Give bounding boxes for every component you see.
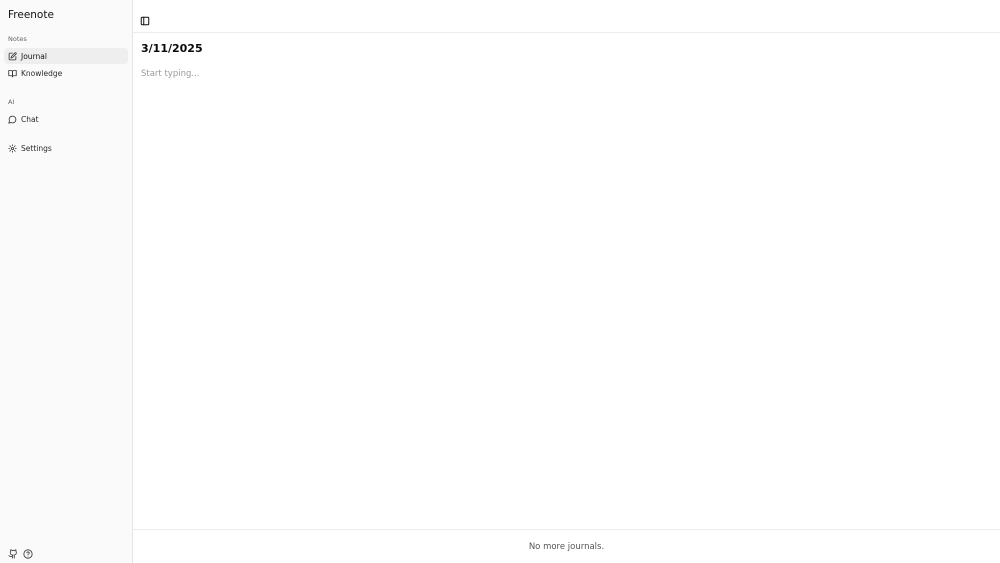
book-icon	[8, 69, 17, 78]
no-more-journals-text: No more journals.	[528, 541, 605, 552]
edit-note-icon	[8, 51, 17, 61]
journal-footer: No more journals.	[133, 529, 1000, 563]
sidebar-item-journal[interactable]: Journal	[4, 48, 128, 64]
sidebar-toggle-icon[interactable]	[140, 11, 150, 26]
gear-icon	[8, 143, 17, 153]
sidebar-item-label: Knowledge	[21, 68, 63, 78]
sidebar-item-label: Settings	[21, 143, 52, 153]
sidebar-item-chat[interactable]: Chat	[4, 111, 128, 127]
ai-group-label: AI	[8, 98, 15, 106]
notes-group-label: Notes	[8, 35, 27, 43]
sidebar-footer	[8, 544, 33, 559]
journal-date-title: 3/11/2025	[141, 42, 203, 55]
chat-bubble-icon	[8, 115, 17, 124]
sidebar-item-settings[interactable]: Settings	[4, 140, 128, 156]
sidebar-item-knowledge[interactable]: Knowledge	[4, 65, 128, 81]
sidebar: Freenote Notes Journal Knowledge AI Chat	[0, 0, 133, 563]
journal-editor[interactable]	[141, 67, 981, 81]
sidebar-item-label: Chat	[21, 114, 39, 124]
app-title: Freenote	[8, 9, 54, 21]
sidebar-item-label: Journal	[21, 51, 47, 61]
top-bar	[133, 0, 1000, 33]
github-icon[interactable]	[8, 544, 18, 559]
help-circle-icon[interactable]	[23, 544, 33, 559]
main-panel: 3/11/2025 No more journals.	[133, 0, 1000, 563]
